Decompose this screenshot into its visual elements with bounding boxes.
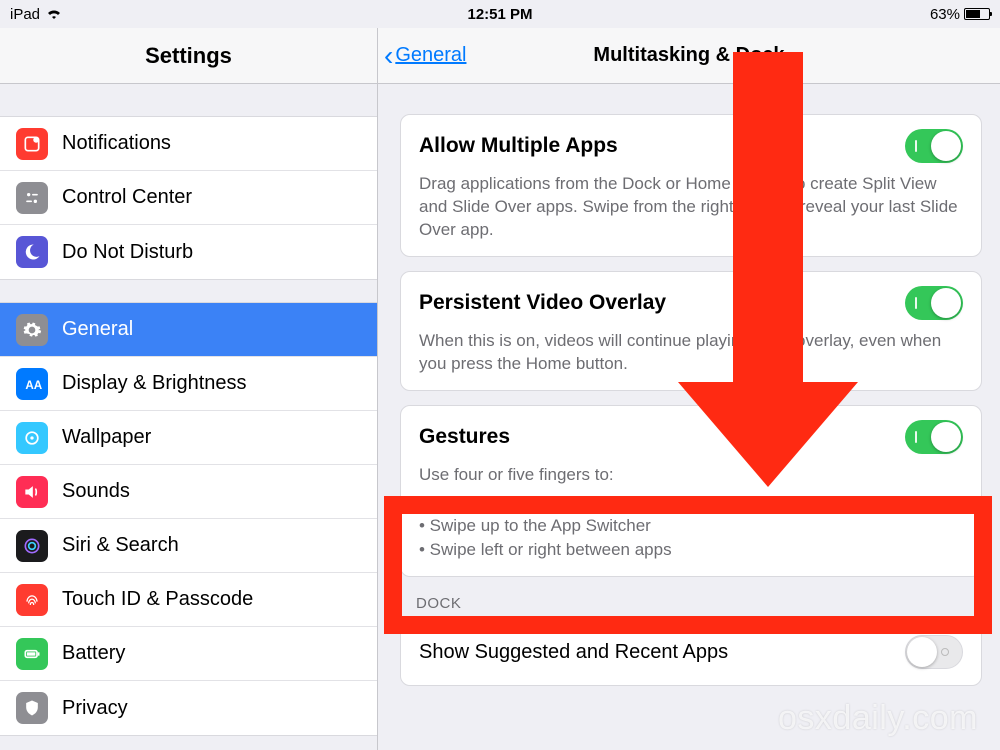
back-button[interactable]: ‹ General [384, 28, 466, 83]
sidebar-item-battery[interactable]: Battery [0, 627, 377, 681]
sidebar-item-privacy[interactable]: Privacy [0, 681, 377, 735]
fingerprint-icon [16, 584, 48, 616]
setting-title: Gestures [419, 425, 510, 449]
setting-title: Persistent Video Overlay [419, 291, 666, 315]
wallpaper-icon [16, 422, 48, 454]
toggle-gestures[interactable] [905, 420, 963, 454]
clock: 12:51 PM [467, 6, 532, 23]
battery-percent: 63% [930, 6, 960, 23]
gestures-bullet: • Swipe up to the App Switcher [419, 514, 963, 538]
svg-text:AA: AA [25, 379, 42, 392]
detail-pane: ‹ General Multitasking & Dock Allow Mult… [378, 28, 1000, 750]
setting-description: Drag applications from the Dock or Home … [419, 173, 963, 242]
sidebar-title: Settings [145, 43, 232, 69]
sidebar-item-notifications[interactable]: Notifications [0, 117, 377, 171]
notifications-icon [16, 128, 48, 160]
sidebar-item-wallpaper[interactable]: Wallpaper [0, 411, 377, 465]
moon-icon [16, 236, 48, 268]
control-center-icon [16, 182, 48, 214]
sidebar-item-touch-id-passcode[interactable]: Touch ID & Passcode [0, 573, 377, 627]
setting-allow-multiple-apps: Allow Multiple Apps Drag applications fr… [400, 114, 982, 257]
battery-icon [964, 8, 990, 20]
setting-persistent-video-overlay: Persistent Video Overlay When this is on… [400, 271, 982, 391]
gestures-bullet: • Swipe left or right between apps [419, 538, 963, 562]
sidebar-item-label: Sounds [62, 480, 130, 503]
status-bar: iPad 12:51 PM 63% [0, 0, 1000, 28]
setting-title: Allow Multiple Apps [419, 134, 618, 158]
toggle-allow-multiple-apps[interactable] [905, 129, 963, 163]
sidebar-item-display-brightness[interactable]: AA Display & Brightness [0, 357, 377, 411]
dock-section-header: DOCK [416, 595, 982, 612]
sidebar-item-label: Siri & Search [62, 534, 179, 557]
setting-show-suggested-recent-apps: Show Suggested and Recent Apps [400, 618, 982, 686]
detail-header: ‹ General Multitasking & Dock [378, 28, 1000, 84]
gestures-lead: Use four or five fingers to: [419, 464, 963, 487]
sounds-icon [16, 476, 48, 508]
toggle-persistent-video-overlay[interactable] [905, 286, 963, 320]
back-label: General [395, 44, 466, 67]
sidebar-item-label: Battery [62, 642, 125, 665]
sidebar-item-label: Do Not Disturb [62, 241, 193, 264]
detail-title: Multitasking & Dock [593, 44, 784, 67]
setting-gestures: Gestures Use four or five fingers to: • … [400, 405, 982, 577]
sidebar-item-do-not-disturb[interactable]: Do Not Disturb [0, 225, 377, 279]
sidebar-item-label: Wallpaper [62, 426, 151, 449]
device-label: iPad [10, 6, 40, 23]
setting-title: Show Suggested and Recent Apps [419, 641, 728, 664]
sidebar-item-sounds[interactable]: Sounds [0, 465, 377, 519]
settings-sidebar: Settings Notifications Control Center Do… [0, 28, 378, 750]
gear-icon [16, 314, 48, 346]
chevron-left-icon: ‹ [384, 42, 393, 70]
sidebar-item-label: Control Center [62, 186, 192, 209]
sidebar-item-control-center[interactable]: Control Center [0, 171, 377, 225]
gestures-bullet: • Pinch to the Home Screen [419, 491, 963, 515]
battery-icon [16, 638, 48, 670]
sidebar-item-label: General [62, 318, 133, 341]
display-icon: AA [16, 368, 48, 400]
sidebar-item-general[interactable]: General [0, 303, 377, 357]
privacy-icon [16, 692, 48, 724]
siri-icon [16, 530, 48, 562]
toggle-show-suggested-recent-apps[interactable] [905, 635, 963, 669]
sidebar-item-label: Touch ID & Passcode [62, 588, 253, 611]
setting-description: When this is on, videos will continue pl… [419, 330, 963, 376]
sidebar-item-label: Display & Brightness [62, 372, 247, 395]
sidebar-item-label: Notifications [62, 132, 171, 155]
sidebar-header: Settings [0, 28, 377, 84]
sidebar-item-siri-search[interactable]: Siri & Search [0, 519, 377, 573]
sidebar-item-label: Privacy [62, 697, 128, 720]
wifi-icon [46, 6, 62, 23]
